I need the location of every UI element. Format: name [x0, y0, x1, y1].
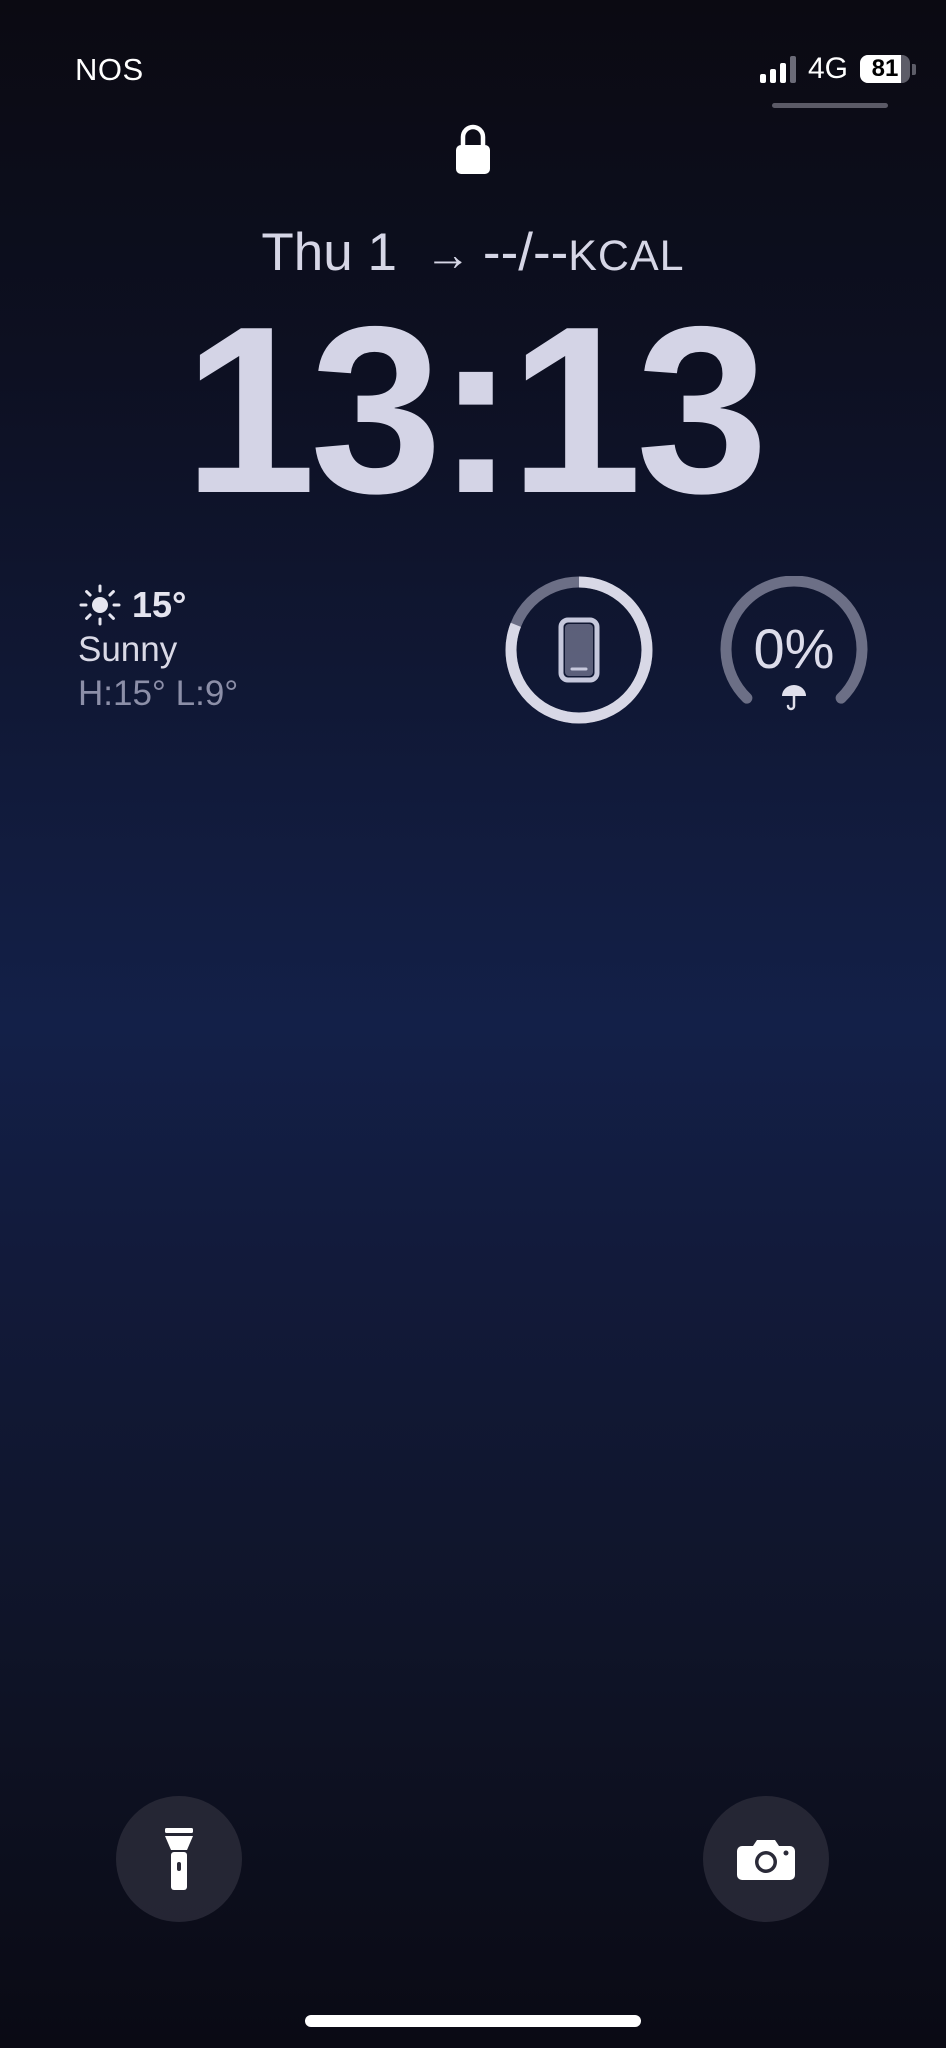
- home-indicator[interactable]: [305, 2015, 641, 2027]
- device-battery-widget[interactable]: [505, 576, 653, 724]
- battery-icon: 81: [860, 55, 916, 83]
- camera-button[interactable]: [703, 1796, 829, 1922]
- weather-condition: Sunny: [78, 630, 178, 669]
- network-type: 4G: [807, 52, 848, 85]
- rain-chance-widget[interactable]: 0%: [720, 576, 868, 724]
- battery-level: 81: [871, 55, 899, 82]
- lock-icon: [456, 124, 490, 174]
- carrier-name: NOS: [75, 52, 144, 87]
- flashlight-button[interactable]: [116, 1796, 242, 1922]
- activity-unit: KCAL: [568, 232, 685, 280]
- weather-temperature: 15°: [132, 584, 187, 625]
- activity-value: --/--: [482, 223, 569, 282]
- date-activity-line[interactable]: Thu 1 → --/--KCAL: [0, 222, 946, 283]
- date-label: Thu 1: [261, 223, 397, 282]
- weather-high-low: H:15° L:9°: [78, 674, 239, 713]
- control-center-grabber[interactable]: [772, 103, 888, 108]
- weather-widget[interactable]: 15° Sunny H:15° L:9°: [78, 582, 378, 716]
- cellular-signal-icon: [759, 55, 796, 83]
- status-bar: NOS 4G 81: [0, 0, 946, 120]
- rain-chance-value: 0%: [753, 617, 835, 680]
- flashlight-icon: [165, 1828, 193, 1890]
- lock-screen-clock[interactable]: 13:13: [0, 292, 946, 530]
- phone-icon: [558, 617, 600, 683]
- arrow-right-icon: →: [424, 228, 471, 280]
- umbrella-icon: [782, 685, 806, 711]
- camera-icon: [737, 1840, 795, 1880]
- status-indicators: 4G 81: [759, 52, 916, 86]
- sun-icon: [79, 584, 121, 626]
